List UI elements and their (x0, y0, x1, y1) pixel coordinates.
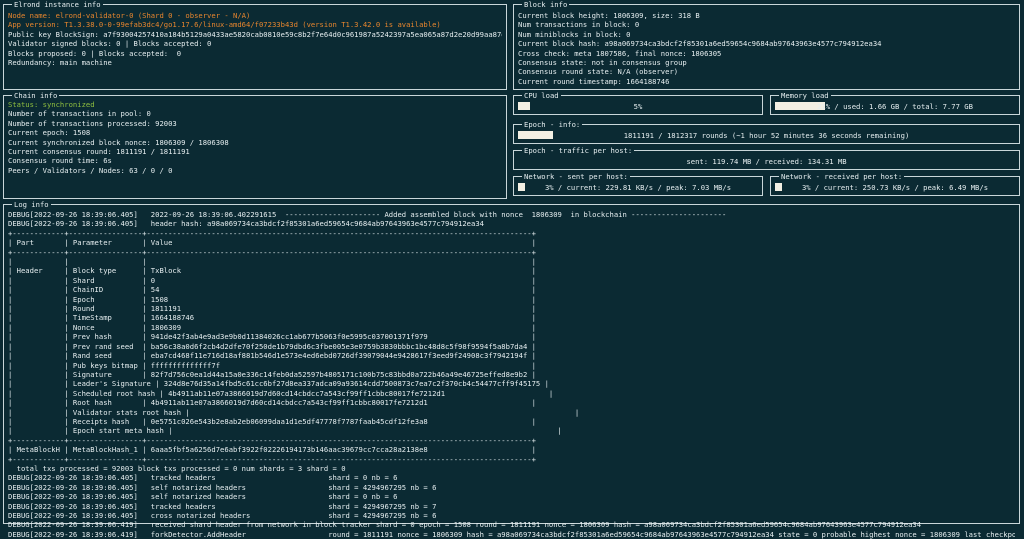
log-table-row: | | Rand seed | eba7cd468f11e716d18af881… (8, 351, 536, 361)
block-info-line: Num miniblocks in block: 0 (518, 29, 631, 39)
log-line: DEBUG[2022-09-26 18:39:06.405] cross not… (8, 511, 437, 520)
log-body: DEBUG[2022-09-26 18:39:06.405] 2022-09-2… (8, 210, 1015, 539)
log-line: DEBUG[2022-09-26 18:39:06.405] self nota… (8, 492, 398, 502)
cpu-load-title: CPU load (522, 91, 561, 100)
log-line: DEBUG[2022-09-26 18:39:06.405] self nota… (8, 482, 437, 492)
instance-info-line: Blocks proposed: 0 | Blocks accepted: 0 (8, 48, 182, 58)
block-info-title: Block info (522, 0, 570, 9)
network-received-gauge: Network - received per host: 3% / curren… (770, 172, 1020, 196)
epoch-traffic-gauge: Epoch - traffic per host: sent: 119.74 M… (513, 146, 1020, 170)
memory-load-title: Memory load (779, 91, 831, 100)
log-table-row: | | Shard | 0 | (8, 275, 536, 285)
log-line: DEBUG[2022-09-26 18:39:06.419] received … (8, 520, 922, 530)
epoch-info-label: 1811191 / 1812317 rounds (~1 hour 52 min… (623, 131, 910, 140)
chain-info-line: Current synchronized block nonce: 180630… (8, 137, 229, 147)
log-table-border: +------------+-----------------+--------… (8, 228, 536, 238)
log-table-row: | | Receipts hash | 0e5751c026e543b2e8ab… (8, 416, 536, 426)
log-line: DEBUG[2022-09-26 18:39:06.419] forkDetec… (8, 529, 1015, 539)
chain-status: Status: synchronized (8, 100, 95, 109)
instance-info-line: Redundancy: main machine (8, 58, 112, 68)
log-table-row: | | Leader's Signature | 324d8e76d35a14f… (8, 379, 549, 389)
log-info-title: Log info (12, 200, 51, 209)
log-table-row: | | Validator stats root hash | | (8, 407, 580, 417)
log-table-row: | | Pub keys bitmap | ffffffffffffff7f | (8, 360, 536, 370)
chain-info-line: Number of transactions processed: 92003 (8, 118, 177, 128)
memory-load-gauge: Memory load 21% / used: 1.66 GB / total:… (770, 91, 1020, 115)
log-table-border: +------------+-----------------+--------… (8, 247, 536, 257)
log-table-border: +------------+-----------------+--------… (8, 435, 536, 445)
chain-info-body: Status: synchronized Number of transacti… (8, 100, 502, 175)
instance-info-panel: Elrond instance info Node name: elrond-v… (3, 0, 507, 90)
chain-info-line: Number of transactions in pool: 0 (8, 109, 151, 119)
instance-info-title: Elrond instance info (12, 0, 103, 9)
log-table-row: | | Epoch | 1508 | (8, 294, 536, 304)
epoch-info-title: Epoch - info: (522, 120, 583, 129)
network-sent-gauge: Network - sent per host: 3% / current: 2… (513, 172, 763, 196)
log-table-row: | | Root hash | 4b4911ab11e07a3866019d7d… (8, 398, 536, 408)
log-table-row: | | Round | 1811191 | (8, 304, 536, 314)
log-table-row: | Header | Block type | TxBlock | (8, 266, 536, 276)
instance-info-line: Node name: elrond-validator-0 (Shard 0 -… (8, 11, 251, 20)
block-info-line: Num transactions in block: 0 (518, 20, 640, 30)
instance-info-line: App version: T1.3.38.0-0-99efab3dc4/go1.… (8, 20, 441, 30)
chain-info-title: Chain info (12, 91, 60, 100)
memory-load-label: 21% / used: 1.66 GB / total: 7.77 GB (817, 102, 973, 111)
network-received-label: 3% / current: 250.73 KB/s / peak: 6.49 M… (801, 183, 989, 192)
log-table-row: | | Epoch start meta hash | | (8, 426, 562, 436)
block-info-body: Current block height: 1806309, size: 318… (518, 11, 1015, 86)
block-info-line: Current block hash: a98a069734ca3bdcf2f8… (518, 39, 882, 49)
log-table-row: | | Prev hash | 941de42f3ab4e9ad3e9b0d11… (8, 332, 536, 342)
epoch-traffic-title: Epoch - traffic per host: (522, 146, 635, 155)
log-table-row: | | Nonce | 1806309 | (8, 322, 536, 332)
block-info-line: Current block height: 1806309, size: 318… (518, 11, 700, 20)
log-table-header: | Part | Parameter | Value | (8, 238, 536, 248)
log-line: DEBUG[2022-09-26 18:39:06.405] tracked h… (8, 501, 437, 511)
log-table-row: | | | | (8, 257, 536, 267)
log-table-row: | | Scheduled root hash | 4b4911ab11e07a… (8, 388, 554, 398)
instance-info-line: Public key BlockSign: a7f93004257410a184… (8, 29, 502, 39)
log-table-row: | | Signature | 82f7d756c0ea1d44a15a0e33… (8, 369, 536, 379)
instance-info-line: Validator signed blocks: 0 | Blocks acce… (8, 39, 212, 49)
chain-info-panel: Chain info Status: synchronized Number o… (3, 91, 507, 199)
log-table-row: | | ChainID | 54 | (8, 285, 536, 295)
network-sent-label: 3% / current: 229.81 KB/s / peak: 7.03 M… (544, 183, 732, 192)
log-table-row: | | TimeStamp | 1664188746 | (8, 313, 536, 323)
block-info-line: Cross check: meta 1807586, final nonce: … (518, 48, 722, 58)
instance-info-body: Node name: elrond-validator-0 (Shard 0 -… (8, 11, 502, 67)
cpu-load-label: 5% (633, 102, 643, 111)
log-line: DEBUG[2022-09-26 18:39:06.405] 2022-09-2… (8, 210, 727, 219)
log-line: DEBUG[2022-09-26 18:39:06.405] header ha… (8, 219, 484, 229)
log-table-row: | | Prev rand seed | ba56c38a0d6f2cb4d2d… (8, 341, 536, 351)
log-info-panel[interactable]: Log info DEBUG[2022-09-26 18:39:06.405] … (3, 200, 1020, 539)
block-info-line: Consensus round state: N/A (observer) (518, 67, 679, 77)
epoch-info-gauge: Epoch - info: 1811191 / 1812317 rounds (… (513, 120, 1020, 144)
chain-info-line: Peers / Validators / Nodes: 63 / 0 / 0 (8, 165, 173, 175)
log-line: DEBUG[2022-09-26 18:39:06.405] tracked h… (8, 473, 398, 483)
network-sent-title: Network - sent per host: (522, 172, 630, 181)
cpu-load-gauge: CPU load 5% (513, 91, 763, 115)
network-received-title: Network - received per host: (779, 172, 905, 181)
log-table-row: | MetaBlockH | MetaBlockHash_1 | 6aaa5fb… (8, 445, 536, 455)
log-table-border: +------------+-----------------+--------… (8, 454, 536, 464)
block-info-line: Consensus state: not in consensus group (518, 58, 687, 68)
chain-info-line: Current epoch: 1508 (8, 128, 91, 138)
block-info-panel: Block info Current block height: 1806309… (513, 0, 1020, 90)
log-line: total txs processed = 92003 block txs pr… (8, 463, 346, 473)
chain-info-line: Consensus round time: 6s (8, 156, 112, 166)
epoch-traffic-label: sent: 119.74 MB / received: 134.31 MB (686, 157, 847, 166)
chain-info-line: Current consensus round: 1811191 / 18111… (8, 147, 190, 157)
block-info-line: Current round timestamp: 1664188746 (518, 76, 670, 86)
